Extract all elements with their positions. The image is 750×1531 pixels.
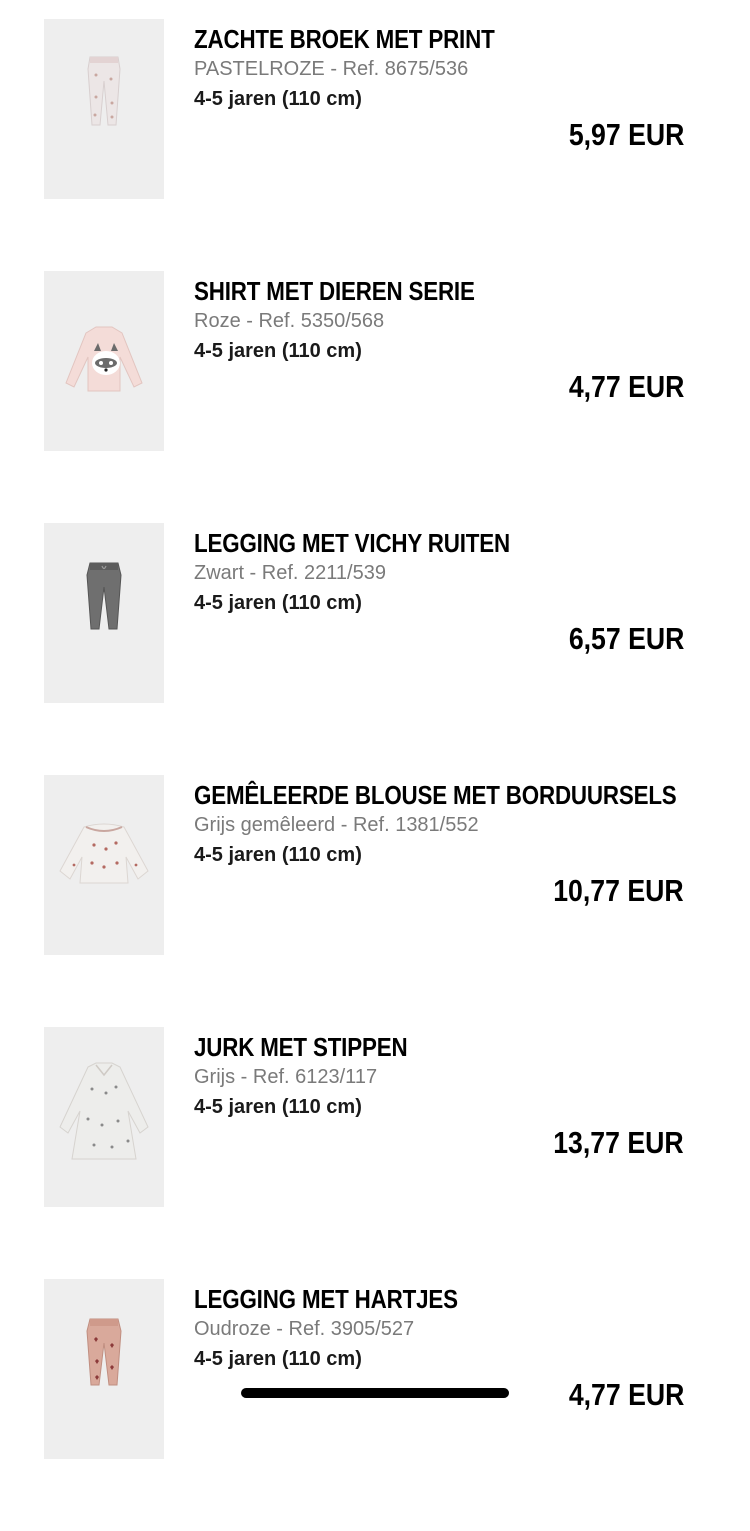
product-size: 4-5 jaren (110 cm) <box>194 844 362 866</box>
product-size: 4-5 jaren (110 cm) <box>194 88 362 110</box>
cart-item[interactable]: SHIRT MET DIEREN SERIE Roze - Ref. 5350/… <box>0 271 750 523</box>
product-price: 4,77 EUR <box>568 369 684 404</box>
shirt-icon <box>44 271 164 451</box>
blouse-icon <box>44 775 164 955</box>
product-image[interactable] <box>44 271 164 451</box>
cart-item[interactable]: ZACHTE BROEK MET PRINT PASTELROZE - Ref.… <box>0 19 750 271</box>
cart-item[interactable]: JURK MET STIPPEN Grijs - Ref. 6123/117 4… <box>0 1027 750 1279</box>
product-color: Oudroze <box>194 1318 271 1340</box>
product-name[interactable]: LEGGING MET HARTJES <box>194 1283 458 1315</box>
product-color-ref: Roze - Ref. 5350/568 <box>194 310 385 332</box>
product-ref: Ref. 5350/568 <box>258 310 385 332</box>
dress-icon <box>44 1027 164 1207</box>
product-color-ref: Grijs - Ref. 6123/117 <box>194 1066 378 1088</box>
cart-item[interactable]: LEGGING MET HARTJES Oudroze - Ref. 3905/… <box>0 1279 750 1531</box>
product-price: 6,57 EUR <box>568 621 684 656</box>
product-ref: Ref. 3905/527 <box>288 1318 415 1340</box>
product-price: 5,97 EUR <box>568 117 684 152</box>
cart-item[interactable]: GEMÊLEERDE BLOUSE MET BORDUURSELS Grijs … <box>0 775 750 1027</box>
product-size: 4-5 jaren (110 cm) <box>194 1348 362 1370</box>
product-name[interactable]: LEGGING MET VICHY RUITEN <box>194 527 510 559</box>
product-color-ref: Zwart - Ref. 2211/539 <box>194 562 386 584</box>
product-price: 13,77 EUR <box>553 1125 684 1160</box>
product-color-ref: Grijs gemêleerd - Ref. 1381/552 <box>194 814 479 836</box>
product-image[interactable] <box>44 1027 164 1207</box>
product-image[interactable] <box>44 775 164 955</box>
product-ref: Ref. 8675/536 <box>342 58 469 80</box>
product-color-ref: PASTELROZE - Ref. 8675/536 <box>194 58 469 80</box>
product-color: Grijs gemêleerd <box>194 814 336 836</box>
cart-item[interactable]: LEGGING MET VICHY RUITEN Zwart - Ref. 22… <box>0 523 750 775</box>
product-name[interactable]: JURK MET STIPPEN <box>194 1031 408 1063</box>
product-price: 10,77 EUR <box>553 873 684 908</box>
cart-item-list: ZACHTE BROEK MET PRINT PASTELROZE - Ref.… <box>0 0 750 1459</box>
product-size: 4-5 jaren (110 cm) <box>194 1096 362 1118</box>
product-color-ref: Oudroze - Ref. 3905/527 <box>194 1318 415 1340</box>
product-image[interactable] <box>44 19 164 199</box>
product-image[interactable] <box>44 1279 164 1459</box>
product-name[interactable]: GEMÊLEERDE BLOUSE MET BORDUURSELS <box>194 779 677 811</box>
product-color: PASTELROZE <box>194 58 325 80</box>
product-color: Roze <box>194 310 241 332</box>
pants-icon <box>44 523 164 703</box>
product-ref: Ref. 6123/117 <box>252 1066 378 1088</box>
pants-icon <box>44 19 164 199</box>
product-ref: Ref. 1381/552 <box>352 814 479 836</box>
product-name[interactable]: SHIRT MET DIEREN SERIE <box>194 275 475 307</box>
product-image[interactable] <box>44 523 164 703</box>
pants-icon <box>44 1279 164 1459</box>
product-ref: Ref. 2211/539 <box>261 562 386 584</box>
product-price: 4,77 EUR <box>568 1377 684 1412</box>
product-color: Zwart <box>194 562 244 584</box>
home-indicator[interactable] <box>241 1388 509 1398</box>
product-color: Grijs <box>194 1066 236 1088</box>
product-size: 4-5 jaren (110 cm) <box>194 340 362 362</box>
product-name[interactable]: ZACHTE BROEK MET PRINT <box>194 23 495 55</box>
product-size: 4-5 jaren (110 cm) <box>194 592 362 614</box>
